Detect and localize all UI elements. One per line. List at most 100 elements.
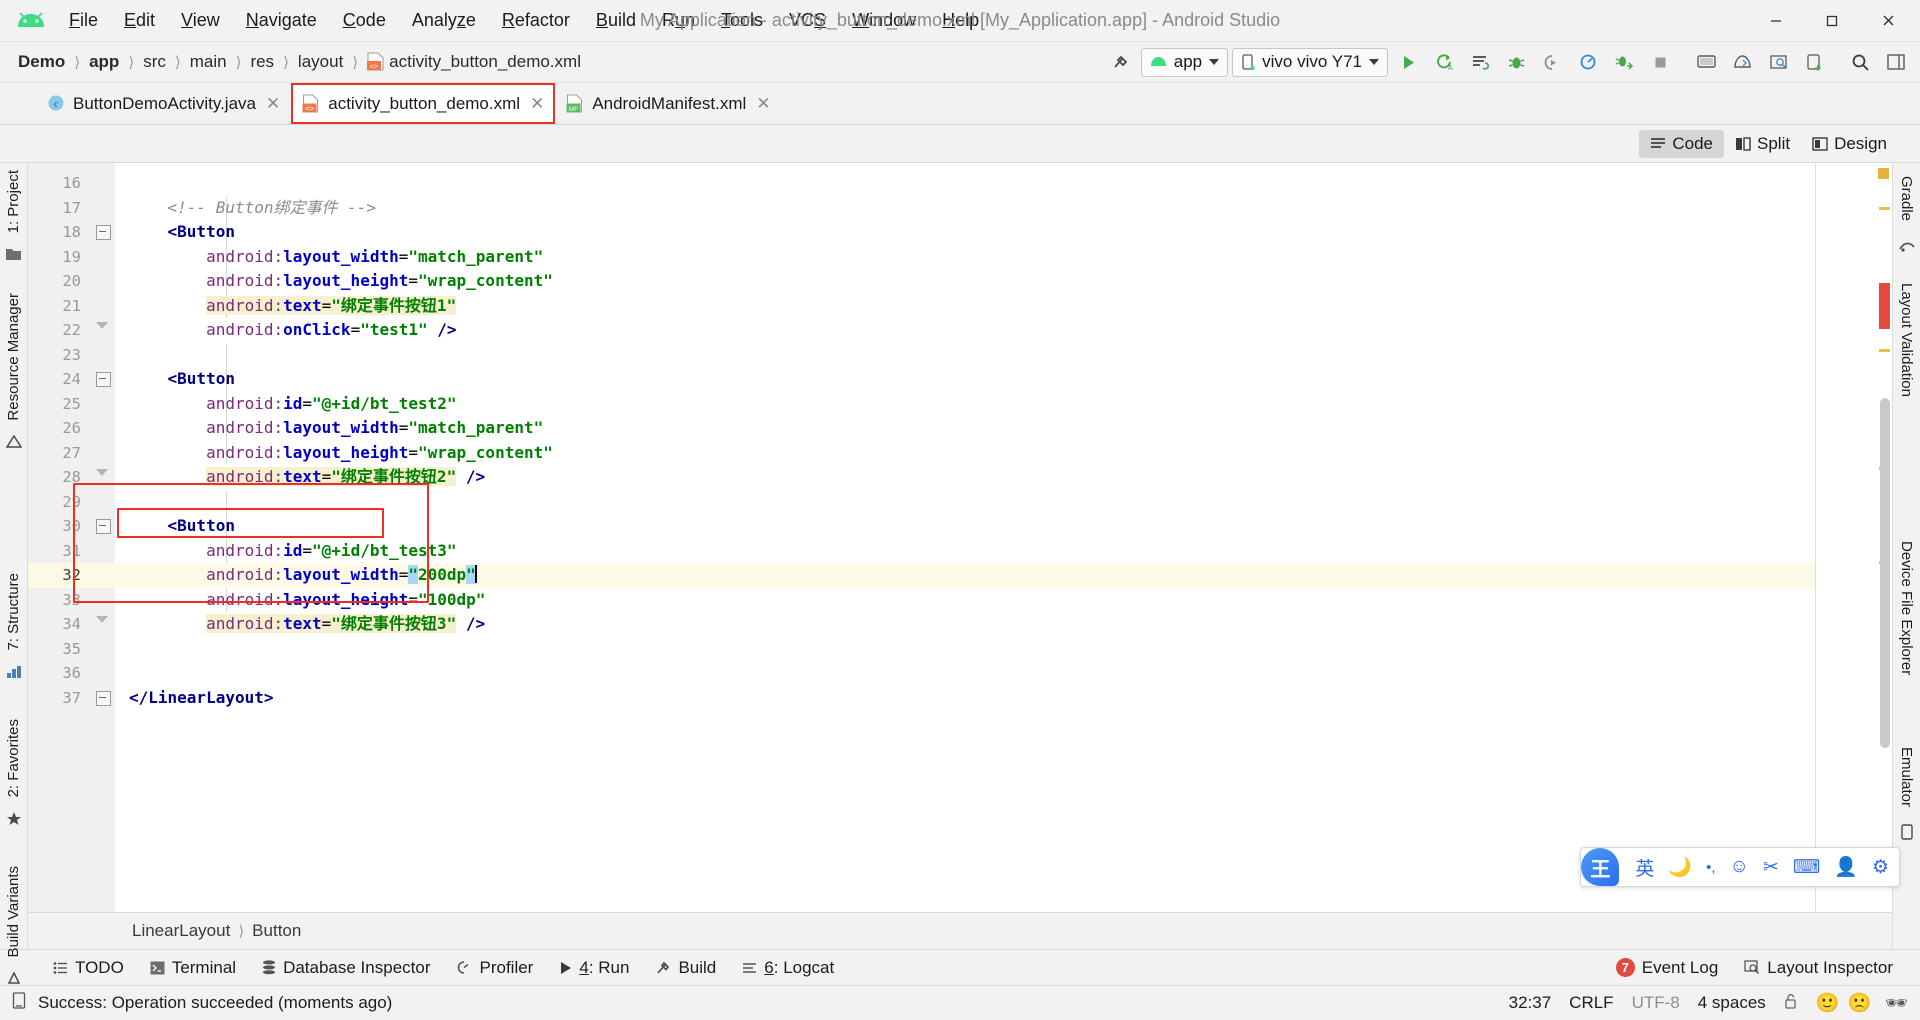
gradle-icon[interactable] (1897, 235, 1917, 257)
tool-logcat[interactable]: 6: Logcat (729, 954, 847, 982)
star-icon[interactable] (4, 811, 24, 826)
tool-terminal[interactable]: Terminal (137, 954, 249, 982)
unlocked-icon[interactable] (1784, 993, 1798, 1014)
line-separator[interactable]: CRLF (1569, 993, 1613, 1013)
tab-close-icon[interactable]: ✕ (530, 94, 544, 114)
tab-close-icon[interactable]: ✕ (756, 94, 770, 114)
code-line[interactable] (115, 490, 1815, 515)
code-line[interactable] (115, 637, 1815, 662)
structure-icon[interactable] (4, 665, 24, 679)
device-file-explorer-icon[interactable] (1798, 47, 1830, 77)
file-encoding[interactable]: UTF-8 (1632, 993, 1680, 1013)
code-line[interactable]: android:text="绑定事件按钮3" /> (115, 612, 1815, 637)
code-line[interactable]: </LinearLayout> (115, 686, 1815, 711)
error-marker-stripe[interactable] (1876, 163, 1892, 912)
menu-file[interactable]: FFileile (56, 6, 111, 35)
fold-marker[interactable] (91, 465, 115, 490)
debug-icon[interactable] (1500, 47, 1532, 77)
code-line[interactable]: android:id="@+id/bt_test2" (115, 392, 1815, 417)
code-line[interactable]: android:layout_width="match_parent" (115, 416, 1815, 441)
line-number[interactable]: 18 (28, 220, 91, 245)
minimize-button[interactable] (1748, 1, 1804, 41)
line-number[interactable]: 35 (28, 637, 91, 662)
apply-code-changes-icon[interactable] (1464, 47, 1496, 77)
menu-tools[interactable]: Tools (708, 6, 776, 35)
menu-edit[interactable]: Edit (111, 6, 168, 35)
code-line[interactable]: android:layout_height="100dp" (115, 588, 1815, 613)
sidebar-item-emulator[interactable]: Emulator (1898, 740, 1915, 814)
menu-view[interactable]: View (168, 6, 233, 35)
tab-button-demo-activity[interactable]: c ButtonDemoActivity.java ✕ (36, 83, 291, 124)
fold-collapse-icon[interactable] (96, 519, 111, 534)
code-line[interactable]: android:id="@+id/bt_test3" (115, 539, 1815, 564)
line-number[interactable]: 21 (28, 294, 91, 319)
breadcrumb-app[interactable]: app (85, 50, 123, 74)
project-folder-icon[interactable] (4, 247, 24, 261)
code-line[interactable]: <Button (115, 367, 1815, 392)
editor-scrollbar-thumb[interactable] (1880, 398, 1890, 748)
tool-database-inspector[interactable]: Database Inspector (249, 954, 443, 982)
run-icon[interactable] (1392, 47, 1424, 77)
tool-event-log[interactable]: 7 Event Log (1603, 954, 1732, 982)
menu-help[interactable]: Help (929, 6, 992, 35)
status-message[interactable]: Success: Operation succeeded (moments ag… (38, 993, 392, 1013)
code-line[interactable]: android:text="绑定事件按钮2" /> (115, 465, 1815, 490)
apply-changes-restart-icon[interactable]: A (1428, 47, 1460, 77)
mode-split[interactable]: Split (1724, 130, 1801, 158)
line-number[interactable]: 19 (28, 245, 91, 270)
ide-memory-icon[interactable]: 🕶 (1885, 993, 1908, 1014)
close-button[interactable] (1860, 1, 1916, 41)
menu-analyze[interactable]: Analyze (399, 6, 489, 35)
sidebar-item-resource-manager[interactable]: Resource Manager (5, 286, 22, 428)
marker-warning-top[interactable] (1878, 168, 1889, 179)
build-hammer-icon[interactable] (1105, 47, 1137, 77)
sidebar-item-project[interactable]: 1: Project (5, 163, 22, 240)
line-number[interactable]: 23 (28, 343, 91, 368)
tab-close-icon[interactable]: ✕ (266, 94, 280, 114)
line-number[interactable]: 28 (28, 465, 91, 490)
breadcrumb-src[interactable]: src (139, 50, 170, 74)
search-icon[interactable] (1844, 47, 1876, 77)
line-number[interactable]: 34 (28, 612, 91, 637)
caret-position[interactable]: 32:37 (1509, 993, 1552, 1013)
code-line[interactable]: <!-- Button绑定事件 --> (115, 196, 1815, 221)
punctuation-icon[interactable]: •, (1706, 859, 1715, 876)
tool-profiler[interactable]: Profiler (443, 954, 546, 982)
sidebar-item-layout-validation[interactable]: Layout Validation (1898, 276, 1915, 404)
fold-marker[interactable] (91, 220, 115, 245)
indent-setting[interactable]: 4 spaces (1698, 993, 1766, 1013)
fold-end-icon[interactable] (96, 469, 108, 476)
keyboard-icon[interactable]: ⌨ (1793, 856, 1820, 879)
code-breadcrumb-linearlayout[interactable]: LinearLayout (132, 921, 230, 941)
attach-debugger-icon[interactable] (1608, 47, 1640, 77)
line-number[interactable]: 22 (28, 318, 91, 343)
line-number[interactable]: 17 (28, 196, 91, 221)
build-variants-icon[interactable] (4, 971, 24, 985)
sidebar-item-favorites[interactable]: 2: Favorites (5, 712, 22, 804)
code-text-area[interactable]: <!-- Button绑定事件 --> <Button android:layo… (115, 163, 1815, 912)
gear-icon[interactable]: ⚙ (1872, 856, 1889, 879)
line-number[interactable]: 20 (28, 269, 91, 294)
marker-warning[interactable] (1879, 207, 1890, 210)
emulator-icon[interactable] (1897, 821, 1917, 843)
mode-code[interactable]: Code (1639, 129, 1724, 158)
fold-marker[interactable] (91, 686, 115, 711)
menu-code[interactable]: Code (330, 6, 399, 35)
tool-todo[interactable]: TODO (40, 954, 137, 982)
marker-error[interactable] (1879, 283, 1890, 329)
breadcrumb-res[interactable]: res (246, 50, 278, 74)
sidebar-toggle-icon[interactable] (1880, 47, 1912, 77)
line-number[interactable]: 27 (28, 441, 91, 466)
fold-collapse-icon[interactable] (96, 225, 111, 240)
menu-vcs[interactable]: VCS (776, 6, 839, 35)
fold-collapse-icon[interactable] (96, 372, 111, 387)
code-line[interactable] (115, 171, 1815, 196)
sidebar-item-build-variants[interactable]: Build Variants (5, 859, 22, 964)
moon-icon[interactable]: 🌙 (1668, 855, 1692, 879)
code-line[interactable]: android:layout_height="wrap_content" (115, 269, 1815, 294)
device-selector[interactable]: vivo vivo Y71 (1232, 47, 1388, 77)
code-line[interactable]: android:text="绑定事件按钮1" (115, 294, 1815, 319)
breadcrumb-main[interactable]: main (186, 50, 231, 74)
line-number[interactable]: 25 (28, 392, 91, 417)
resource-manager-icon[interactable] (4, 434, 24, 449)
